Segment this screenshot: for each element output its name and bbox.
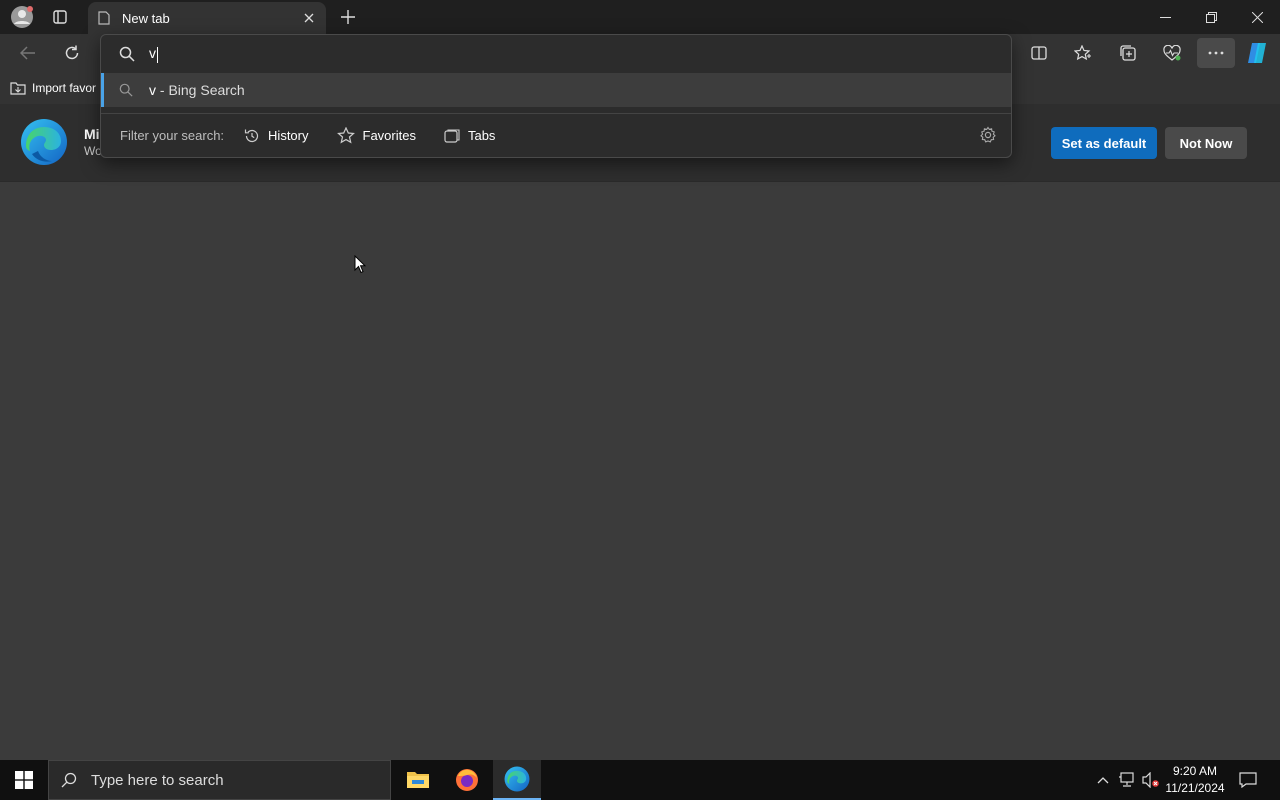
title-bar: New tab (0, 0, 1280, 34)
restore-icon (1205, 11, 1217, 23)
split-screen-button[interactable] (1027, 41, 1051, 65)
show-hidden-icons-button[interactable] (1094, 770, 1112, 790)
taskbar-clock[interactable]: 9:20 AM 11/21/2024 (1160, 763, 1230, 797)
refresh-button[interactable] (60, 41, 84, 65)
profile-avatar[interactable] (8, 4, 36, 30)
not-now-button[interactable]: Not Now (1165, 127, 1247, 159)
taskbar-file-explorer[interactable] (394, 760, 442, 800)
collections-icon (1120, 45, 1136, 61)
tabs-icon (444, 128, 460, 143)
minimize-button[interactable] (1150, 4, 1180, 30)
back-button[interactable] (16, 41, 40, 65)
firefox-icon (456, 769, 478, 791)
plus-icon (341, 10, 355, 24)
back-arrow-icon (20, 46, 35, 60)
page-icon (98, 11, 110, 25)
favorites-star-icon (1074, 45, 1091, 61)
search-filter-row: Filter your search: History Favorites Ta… (101, 113, 1011, 157)
search-icon (119, 46, 135, 62)
address-bar-dropdown: v v - Bing Search Filter your search: Hi… (100, 34, 1012, 158)
action-center-button[interactable] (1236, 769, 1260, 791)
clock-time: 9:20 AM (1172, 764, 1218, 778)
restore-button[interactable] (1196, 4, 1226, 30)
edge-icon (504, 766, 530, 792)
copilot-button[interactable] (1244, 39, 1272, 67)
tab-title: New tab (122, 10, 170, 26)
windows-logo-icon (15, 771, 33, 789)
browser-window: New tab Import favor Mi Wo Set as defaul… (0, 0, 1280, 800)
taskbar-firefox[interactable] (443, 760, 491, 800)
clock-date: 11/21/2024 (1165, 781, 1225, 795)
network-icon (1119, 772, 1134, 787)
suggestion-query: v (149, 82, 156, 98)
tab-actions-button[interactable] (48, 5, 72, 29)
browser-essentials-button[interactable] (1160, 41, 1184, 65)
import-favorites-icon (10, 82, 26, 95)
close-window-button[interactable] (1242, 4, 1272, 30)
address-input[interactable]: v (149, 45, 158, 63)
split-screen-icon (1031, 46, 1047, 60)
close-icon (1251, 11, 1263, 23)
vertical-tabs-icon (53, 10, 67, 24)
suggestion-suffix: - Bing Search (156, 82, 245, 98)
filter-tabs[interactable]: Tabs (444, 128, 495, 143)
collections-button[interactable] (1116, 41, 1140, 65)
chevron-up-icon (1097, 777, 1109, 784)
set-as-default-button[interactable]: Set as default (1051, 127, 1157, 159)
volume-button[interactable] (1140, 770, 1162, 790)
address-bar[interactable]: v (101, 35, 1011, 73)
notification-icon (1239, 772, 1257, 788)
tab-new-tab[interactable]: New tab (88, 2, 326, 34)
taskbar-search-placeholder: Type here to search (91, 771, 224, 789)
tab-close-button[interactable] (298, 7, 320, 29)
filter-tabs-label: Tabs (467, 128, 496, 143)
banner-title: Mi (84, 126, 100, 142)
taskbar-search-box[interactable]: Type here to search (48, 760, 391, 800)
new-tab-button[interactable] (336, 5, 360, 29)
search-icon (61, 772, 77, 788)
filter-history-label: History (268, 128, 309, 143)
import-favorites-link[interactable]: Import favor (10, 79, 96, 97)
gear-icon[interactable] (979, 126, 997, 144)
suggestion-text: v - Bing Search (149, 82, 245, 98)
volume-muted-icon (1142, 772, 1159, 788)
more-horizontal-icon (1208, 51, 1224, 55)
minimize-icon (1159, 16, 1171, 18)
search-icon (119, 83, 133, 97)
text-caret (157, 46, 158, 63)
filter-favorites-label: Favorites (362, 128, 416, 143)
mouse-cursor-icon (354, 255, 366, 274)
network-status-button[interactable] (1116, 770, 1138, 790)
start-button[interactable] (0, 760, 48, 800)
filter-favorites[interactable]: Favorites (336, 127, 416, 144)
copilot-icon (1248, 43, 1266, 63)
heartbeat-icon (1163, 45, 1181, 61)
settings-more-button[interactable] (1197, 38, 1235, 68)
close-icon (304, 13, 314, 23)
edge-logo-icon (21, 119, 67, 165)
history-icon (244, 129, 259, 142)
star-icon (336, 127, 355, 144)
taskbar-edge[interactable] (493, 760, 541, 800)
filter-history[interactable]: History (244, 128, 309, 144)
address-input-text: v (149, 45, 156, 62)
windows-taskbar: Type here to search 9:20 AM 11/21/2024 (0, 760, 1280, 800)
profile-icon (11, 6, 33, 28)
suggestion-bing-search[interactable]: v - Bing Search (101, 73, 1011, 107)
refresh-icon (65, 45, 79, 60)
filter-label: Filter your search: (120, 128, 225, 143)
favorites-button[interactable] (1071, 41, 1095, 65)
import-favorites-label: Import favor (32, 81, 97, 95)
file-explorer-icon (407, 772, 429, 788)
